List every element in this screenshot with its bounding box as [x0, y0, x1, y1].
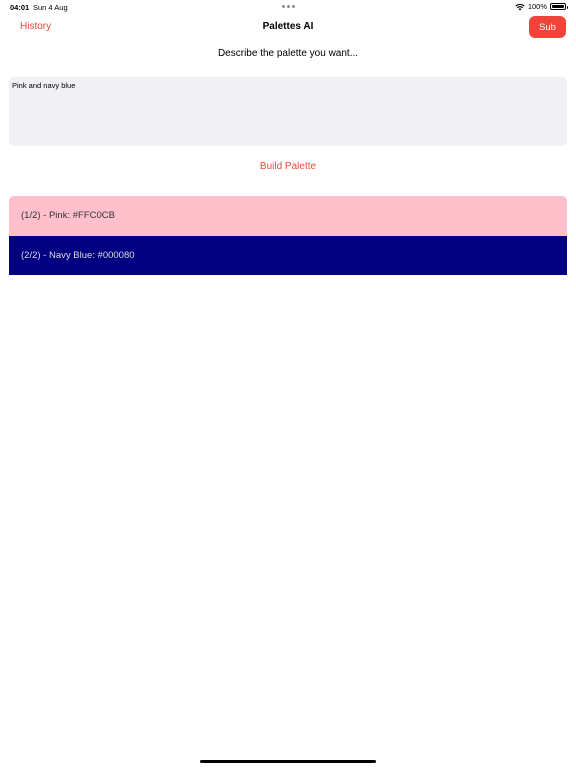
status-bar: 04:01 Sun 4 Aug 100%	[0, 0, 576, 14]
prompt-label: Describe the palette you want...	[217, 48, 359, 59]
palette-color-label: (1/2) - Pink: #FFC0CB	[21, 210, 115, 222]
multitasking-dots-icon[interactable]	[282, 5, 295, 8]
build-palette-button[interactable]: Build Palette	[228, 161, 348, 172]
palette-color-label: (2/2) - Navy Blue: #000080	[21, 249, 135, 261]
battery-icon	[550, 3, 568, 10]
status-right: 100%	[515, 2, 568, 11]
battery-percentage: 100%	[527, 2, 547, 11]
palette-color-row[interactable]: (2/2) - Navy Blue: #000080	[9, 235, 567, 275]
wifi-icon	[515, 3, 525, 11]
home-indicator[interactable]	[200, 760, 376, 763]
status-time: 04:01	[10, 3, 30, 12]
subscribe-button[interactable]: Sub	[529, 16, 566, 38]
palette-list: (1/2) - Pink: #FFC0CB (2/2) - Navy Blue: …	[9, 196, 567, 275]
palette-description-input[interactable]	[9, 77, 567, 146]
app-screen: 04:01 Sun 4 Aug 100% History Palettes AI…	[0, 0, 576, 768]
palette-color-row[interactable]: (1/2) - Pink: #FFC0CB	[9, 196, 567, 236]
status-date: Sun 4 Aug	[33, 3, 68, 12]
navigation-bar: History Palettes AI Sub	[0, 14, 576, 42]
page-title: Palettes AI	[262, 21, 314, 32]
